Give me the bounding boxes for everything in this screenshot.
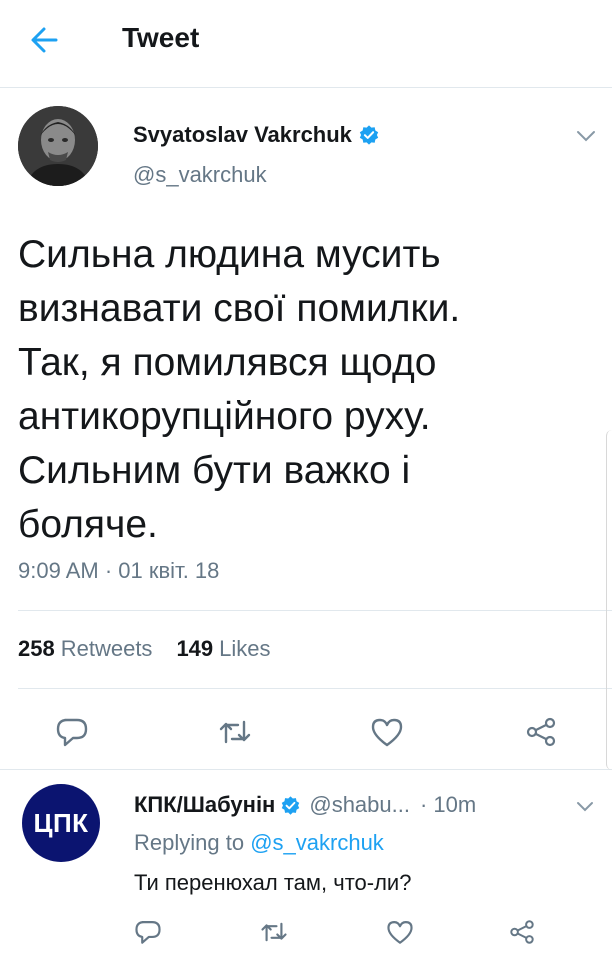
author-avatar[interactable] [18,106,98,186]
retweet-button[interactable] [260,918,288,946]
retweets-count: 258 [18,636,55,661]
tweet-timestamp: 9:09 AM · 01 квіт. 18 [18,558,220,583]
retweets-label: Retweets [60,636,153,661]
author-name[interactable]: Svyatoslav Vakrchuk [133,122,380,148]
author-handle[interactable]: @s_vakrchuk [133,162,267,188]
replying-to-prefix: Replying to [134,830,245,855]
scrollbar[interactable] [606,430,612,770]
divider [18,688,612,689]
reply-icon [56,718,88,747]
tweet-text-line: Сильна людина мусить [18,233,441,276]
tweet-text: Сильна людина мусить визнавати свої поми… [18,228,598,552]
chevron-down-icon [577,802,593,812]
tweet-text-line: боляче. [18,503,158,546]
share-icon [510,920,534,944]
replying-to-handle[interactable]: @s_vakrchuk [250,830,384,855]
share-icon [526,717,556,747]
verified-badge-icon [359,125,379,145]
like-icon [387,921,413,944]
likes-count: 149 [176,636,214,661]
tweet-text-line: визнавати свої помилки. [18,287,461,330]
reply-action-bar [134,918,604,950]
share-button[interactable] [508,918,536,946]
page-title: Tweet [122,22,200,53]
reply-header: КПК/Шабунін @shabu... · 10m [134,792,476,818]
like-button[interactable] [386,918,414,946]
replying-to: Replying to @s_vakrchuk [134,830,384,856]
back-button[interactable] [26,22,66,58]
retweet-icon [261,922,287,942]
tweet-menu-button[interactable] [574,128,598,144]
reply-button[interactable] [134,918,162,946]
reply-author-avatar[interactable]: ЦПК [22,784,100,862]
like-icon [371,718,403,747]
chevron-down-icon [577,131,595,142]
reply-icon [135,921,161,944]
tweet-stats: 258 Retweets 149 Likes [18,636,271,662]
share-button[interactable] [524,716,558,748]
retweet-icon [219,720,251,744]
retweet-button[interactable] [218,716,252,748]
tweet-text-line: Так, я помилявся щодо [18,341,437,384]
reply-author-handle[interactable]: @shabu... [309,792,410,818]
divider [18,610,612,611]
verified-badge-icon [282,795,300,815]
retweets-stat[interactable]: 258 Retweets [18,636,152,662]
tweet-text-line: антикорупційного руху. [18,395,431,438]
author-photo [18,106,98,186]
reply-avatar-logo-text: ЦПК [33,808,89,838]
top-app-bar: Tweet [0,0,612,88]
likes-label: Likes [219,636,271,661]
reply-menu-button[interactable] [574,800,596,814]
reply-text: Ти перенюхал там, что-ли? [134,870,412,895]
reply-time: · 10m [419,792,477,817]
author-name-text: Svyatoslav Vakrchuk [133,122,352,147]
likes-stat[interactable]: 149 Likes [176,636,270,662]
reply-button[interactable] [55,716,89,748]
like-button[interactable] [370,716,404,748]
tweet-text-line: Сильним бути важко і [18,449,411,492]
reply-tweet[interactable]: ЦПК КПК/Шабунін @shabu... · 10m Replying… [0,770,612,960]
reply-author-name[interactable]: КПК/Шабунін [134,792,275,818]
tweet-action-bar [0,708,612,758]
arrow-left-icon [31,27,58,53]
